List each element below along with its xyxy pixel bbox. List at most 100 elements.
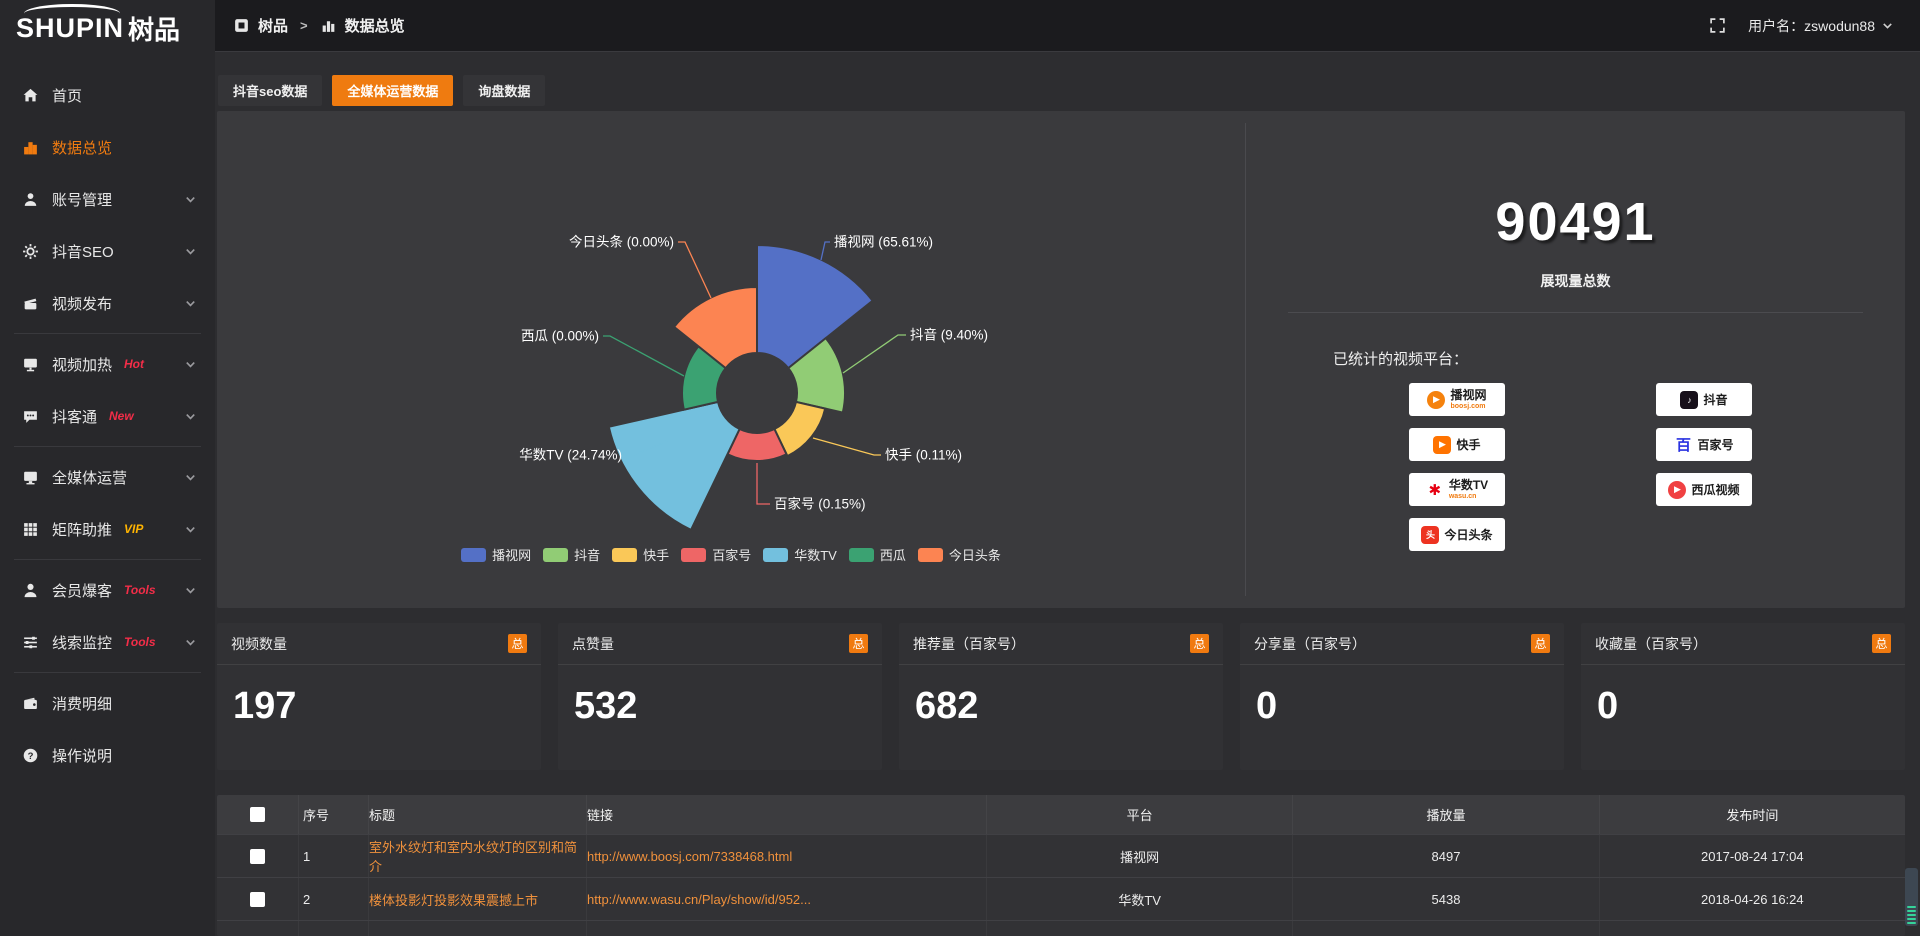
row-checkbox[interactable] <box>250 849 265 864</box>
sidebar-item-4[interactable]: 抖音SEO <box>0 225 215 277</box>
legend-label: 华数TV <box>794 545 837 564</box>
legend-label: 抖音 <box>574 545 600 564</box>
breadcrumb-root-icon <box>233 17 250 34</box>
sidebar-divider <box>14 333 201 334</box>
platform-name: 抖音 <box>1703 394 1727 406</box>
sidebar-item-13[interactable]: ? 操作说明 <box>0 729 215 781</box>
sidebar-item-6[interactable]: 视频加热 Hot <box>0 338 215 390</box>
legend-item-今日头条[interactable]: 今日头条 <box>918 545 1001 564</box>
pie-slice-今日头条[interactable] <box>674 287 757 368</box>
sidebar-item-3[interactable]: 账号管理 <box>0 173 215 225</box>
username-menu[interactable]: 用户名：zswodun88 <box>1748 16 1896 36</box>
topbar: 树品 > 数据总览 用户名：zswodun88 <box>215 0 1920 52</box>
baijia-logo-icon: 百 <box>1674 436 1692 454</box>
logo-arc <box>24 4 120 23</box>
platform-sub: wasu.cn <box>1449 493 1477 500</box>
breadcrumb-root[interactable]: 树品 <box>258 15 288 36</box>
user-icon <box>22 191 39 208</box>
col-header-link: 链接 <box>587 795 987 834</box>
sidebar-item-badge: Hot <box>124 357 144 371</box>
cell-platform: 播视网 <box>987 835 1293 877</box>
sidebar: SHUPIN 树品 首页数据总览账号管理抖音SEO 视频发布视频加热 Hot 抖客通 N… <box>0 0 215 936</box>
platform-badge-华数TV: ✱ 华数TV wasu.cn <box>1409 473 1505 506</box>
platform-name: 西瓜视频 <box>1691 484 1739 496</box>
platform-name: 华数TV <box>1449 479 1488 491</box>
pie-slice-华数TV[interactable] <box>609 402 740 530</box>
legend-label: 播视网 <box>492 545 531 564</box>
platform-badge-西瓜视频: ▶ 西瓜视频 <box>1656 473 1752 506</box>
logo[interactable]: SHUPIN 树品 <box>0 0 215 57</box>
legend-item-华数TV[interactable]: 华数TV <box>763 545 837 564</box>
breadcrumb-chart-icon <box>320 17 337 34</box>
platforms-column-left: ▶播视网boosj.com▶快手✱华数TVwasu.cn头今日头条 <box>1409 383 1505 551</box>
sidebar-item-9[interactable]: 矩阵助推VIP <box>0 503 215 555</box>
logo-text-cn: 树品 <box>128 10 180 47</box>
total-badge: 总 <box>508 634 527 653</box>
sidebar-item-8[interactable]: 全媒体运营 <box>0 451 215 503</box>
legend-swatch <box>461 548 486 562</box>
sidebar-item-label: 会员爆客 <box>52 580 112 601</box>
sidebar-item-7[interactable]: 抖客通 New <box>0 390 215 442</box>
fullscreen-icon[interactable] <box>1709 17 1726 34</box>
sidebar-item-2[interactable]: 数据总览 <box>0 121 215 173</box>
sidebar-item-5[interactable]: 视频发布 <box>0 277 215 329</box>
legend-swatch <box>681 548 706 562</box>
svg-text:?: ? <box>28 750 34 761</box>
pie-label-line <box>843 335 906 373</box>
total-badge: 总 <box>1531 634 1550 653</box>
legend-item-播视网[interactable]: 播视网 <box>461 545 531 564</box>
legend-swatch <box>543 548 568 562</box>
tab-3[interactable]: 询盘数据 <box>463 75 545 106</box>
col-header-platform: 平台 <box>987 795 1293 834</box>
legend-item-快手[interactable]: 快手 <box>612 545 669 564</box>
summary-panel: 90491 展现量总数 已统计的视频平台： ▶播视网boosj.com▶快手✱华… <box>1246 111 1905 608</box>
legend-item-百家号[interactable]: 百家号 <box>681 545 751 564</box>
wallet-icon <box>22 695 39 712</box>
kuaishou-logo-icon: ▶ <box>1433 436 1451 454</box>
sidebar-divider <box>14 672 201 673</box>
total-impressions-value: 90491 <box>1246 191 1905 253</box>
boosj-logo-icon: ▶ <box>1427 391 1445 409</box>
sidebar-item-1[interactable]: 首页 <box>0 69 215 121</box>
chart-panel: 播视网 (65.61%)抖音 (9.40%)快手 (0.11%)百家号 (0.1… <box>217 111 1905 608</box>
cell-time: 2018-04-26 16:24 <box>1600 878 1905 920</box>
tab-2[interactable]: 全媒体运营数据 <box>332 75 453 106</box>
chevron-down-icon <box>182 191 199 208</box>
stat-card-label: 收藏量（百家号） <box>1595 634 1707 654</box>
breadcrumb-current[interactable]: 数据总览 <box>345 15 405 36</box>
sidebar-item-label: 操作说明 <box>52 745 112 766</box>
stat-card-value: 532 <box>558 665 882 728</box>
legend-item-抖音[interactable]: 抖音 <box>543 545 600 564</box>
sidebar-item-badge: New <box>109 409 134 423</box>
sidebar-item-10[interactable]: 会员爆客Tools <box>0 564 215 616</box>
sidebar-item-label: 视频加热 <box>52 354 112 375</box>
toutiao-logo-icon: 头 <box>1421 526 1439 544</box>
stat-card-value: 197 <box>217 665 541 728</box>
video-url-link[interactable]: http://www.wasu.cn/Play/show/id/952... <box>587 892 811 907</box>
sidebar-item-label: 线索监控 <box>52 632 112 653</box>
select-all-checkbox[interactable] <box>250 807 265 822</box>
total-badge: 总 <box>1190 634 1209 653</box>
gear-icon <box>22 243 39 260</box>
video-url-link[interactable]: http://www.boosj.com/7338468.html <box>587 849 792 864</box>
legend-label: 西瓜 <box>880 545 906 564</box>
sidebar-divider <box>14 446 201 447</box>
video-title-link[interactable]: 楼体投影灯投影效果震撼上市 <box>369 890 538 909</box>
cell-views: 5438 <box>1293 878 1599 920</box>
video-title-link[interactable]: 室外水纹灯和室内水纹灯的区别和简介 <box>369 837 586 875</box>
sidebar-item-label: 抖音SEO <box>52 241 114 262</box>
floating-widget[interactable] <box>1905 868 1918 926</box>
sidebar-item-12[interactable]: 消费明细 <box>0 677 215 729</box>
xigua-logo-icon: ▶ <box>1668 481 1686 499</box>
wasu-logo-icon: ✱ <box>1426 481 1444 499</box>
platform-badge-今日头条: 头今日头条 <box>1409 518 1505 551</box>
grid-icon <box>22 521 39 538</box>
legend-item-西瓜[interactable]: 西瓜 <box>849 545 906 564</box>
sidebar-item-11[interactable]: 线索监控Tools <box>0 616 215 668</box>
cell-index: 2 <box>299 878 369 920</box>
sidebar-item-label: 抖客通 <box>52 406 97 427</box>
row-checkbox[interactable] <box>250 892 265 907</box>
tab-1[interactable]: 抖音seo数据 <box>218 75 322 106</box>
pie-label-line <box>678 242 711 298</box>
sidebar-item-badge: VIP <box>124 522 143 536</box>
